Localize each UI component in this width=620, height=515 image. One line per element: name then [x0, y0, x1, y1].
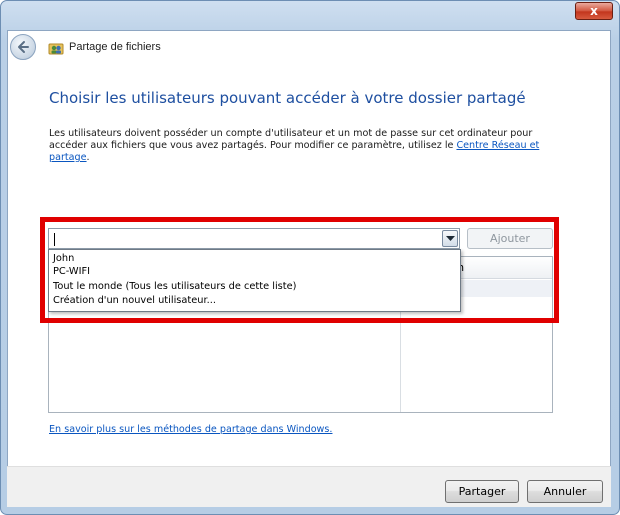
dropdown-option[interactable]: Création d'un nouvel utilisateur... [49, 294, 459, 307]
description-end: . [86, 152, 90, 163]
combo-dropdown-button[interactable] [442, 230, 458, 247]
chevron-down-icon [446, 236, 455, 241]
cancel-button[interactable]: Annuler [527, 480, 603, 503]
dropdown-option[interactable]: Tout le monde (Tous les utilisateurs de … [49, 280, 459, 293]
back-button[interactable] [10, 34, 36, 60]
back-arrow-icon [18, 41, 29, 53]
page-title: Choisir les utilisateurs pouvant accéder… [49, 89, 526, 107]
text-caret [54, 233, 55, 246]
learn-more-link[interactable]: En savoir plus sur les méthodes de parta… [49, 424, 332, 435]
description: Les utilisateurs doivent posséder un com… [49, 128, 569, 164]
footer-bar [7, 466, 611, 507]
window-title: Partage de fichiers [69, 41, 161, 53]
user-combo-input[interactable] [48, 228, 460, 249]
close-button[interactable]: x [575, 2, 613, 20]
users-share-icon [48, 43, 64, 55]
share-button[interactable]: Partager [445, 480, 519, 503]
add-button[interactable]: Ajouter [467, 228, 553, 249]
dropdown-option[interactable]: PC-WIFI [49, 265, 459, 278]
user-dropdown-list: John PC-WIFI Tout le monde (Tous les uti… [48, 249, 461, 312]
dropdown-option[interactable]: John [49, 252, 459, 265]
